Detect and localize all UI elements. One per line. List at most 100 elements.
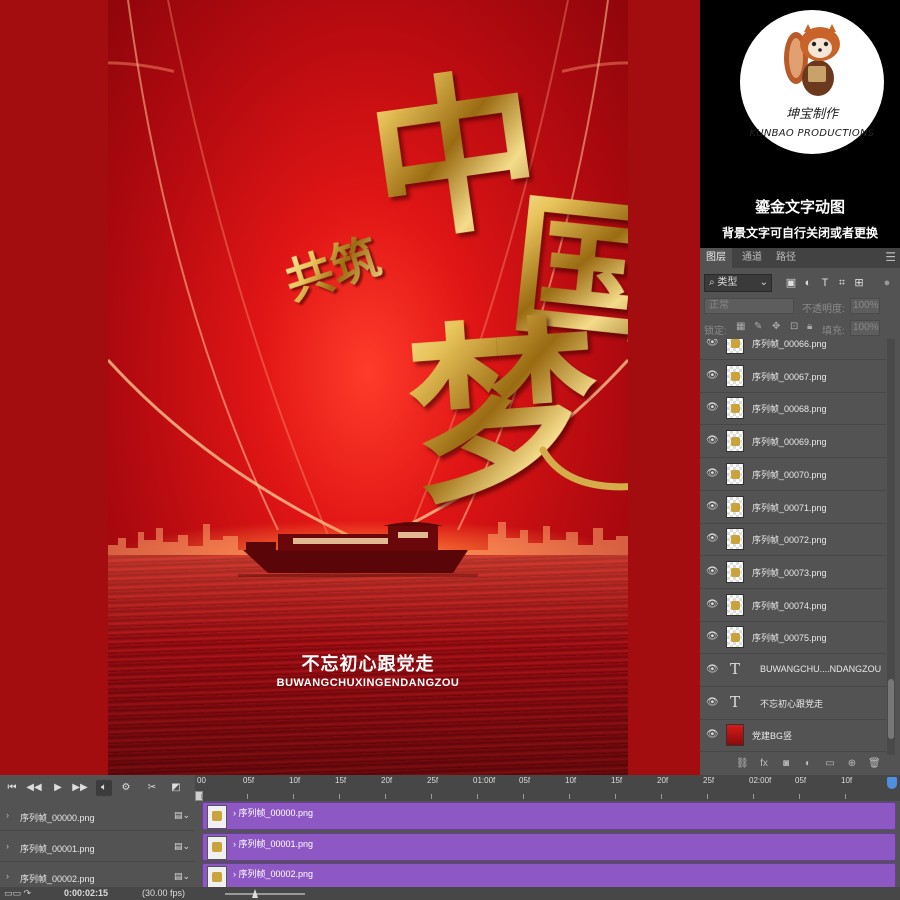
ruler-tick-mark (753, 794, 754, 799)
filter-adjustment-icon[interactable]: ◐ (801, 276, 815, 290)
timeline-ruler[interactable]: 00 05f 10f 15f 20f 25f 01:00f 05f 10f 15f 20f 25f 02… (195, 775, 900, 801)
audio-icon[interactable]: 🔈︎ (96, 780, 112, 796)
filter-shape-icon[interactable]: ⌗ (835, 276, 849, 290)
chevron-right-icon[interactable]: › (6, 871, 9, 881)
ruler-tick-mark (247, 794, 248, 799)
layer-row[interactable]: 👁︎ 序列帧_00067.png (700, 360, 886, 393)
layer-name: 序列帧_00069.png (752, 437, 827, 448)
lock-artboard-icon[interactable]: ⊡ (790, 321, 798, 332)
layers-scrollbar[interactable] (887, 339, 895, 755)
timeline-mode-icons[interactable]: ▭▭ ↷ (4, 888, 31, 899)
lock-move-icon[interactable]: ✥ (772, 321, 780, 332)
ruler-tick-label: 25f (703, 776, 715, 785)
visibility-eye-icon[interactable]: 👁︎ (706, 468, 719, 480)
visibility-eye-icon[interactable]: 👁︎ (706, 533, 719, 545)
lock-all-icon[interactable]: 🔒︎ (807, 321, 812, 332)
text-layer-icon: T (730, 692, 741, 711)
track-film-icon[interactable]: ▤⌄ (174, 810, 190, 821)
fill-field[interactable]: 100% (850, 320, 880, 336)
layer-row[interactable]: 👁︎ 序列帧_00072.png (700, 523, 886, 557)
layer-list[interactable]: 👁︎ 序列帧_00066.png 👁︎ 序列帧_00067.png 👁︎ 序列帧_0006… (700, 339, 886, 755)
layer-row[interactable]: 👁︎ 序列帧_00074.png (700, 589, 886, 622)
delete-layer-icon[interactable]: 🗑︎ (868, 758, 881, 770)
layers-scrollbar-thumb[interactable] (888, 679, 894, 739)
tab-layers[interactable]: 图层 (700, 248, 732, 268)
new-layer-icon[interactable]: ⊕ (846, 758, 858, 770)
new-adjustment-icon[interactable]: ◐ (802, 758, 814, 770)
gold-brush-stroke (539, 446, 628, 491)
lock-brush-icon[interactable]: ✎ (754, 321, 762, 332)
visibility-eye-icon[interactable]: 👁︎ (706, 501, 719, 513)
play-icon[interactable]: ▶ (50, 780, 66, 796)
track-film-icon[interactable]: ▤⌄ (174, 871, 190, 882)
first-frame-icon[interactable]: ⏮ (4, 780, 20, 796)
panel-menu-icon[interactable]: ☰ (885, 250, 896, 264)
ruler-tick-label: 10f (565, 776, 577, 785)
timeline-zoom-slider[interactable] (225, 893, 305, 895)
opacity-field[interactable]: 100% (850, 298, 880, 314)
lock-transparent-icon[interactable]: ▦ (736, 321, 745, 332)
layers-footer: ⛓ fx ◙ ◐ ▭ ⊕ 🗑︎ (700, 755, 900, 775)
visibility-eye-icon[interactable]: 👁︎ (706, 697, 719, 709)
add-mask-icon[interactable]: ◙ (780, 758, 792, 770)
visibility-eye-icon[interactable]: 👁︎ (706, 370, 719, 382)
track-film-icon[interactable]: ▤⌄ (174, 841, 190, 852)
layer-row[interactable]: 👁︎ 党建BG竖 (700, 719, 886, 753)
fx-icon[interactable]: fx (758, 758, 770, 770)
transition-icon[interactable]: ◩ (168, 780, 184, 796)
scissors-icon[interactable]: ✂ (144, 780, 160, 796)
blend-mode-select[interactable]: 正常 (704, 298, 794, 314)
settings-gear-icon[interactable]: ⚙ (118, 780, 134, 796)
visibility-eye-icon[interactable]: 👁︎ (706, 435, 719, 447)
ruler-tick-label: 00 (197, 776, 206, 785)
ruler-tick-mark (477, 794, 478, 799)
track-clip[interactable]: › 序列帧_00001.png (202, 832, 896, 861)
layer-row[interactable]: 👁︎ T 不忘初心跟党走 (700, 687, 886, 720)
layer-thumbnail (726, 724, 744, 747)
layer-row[interactable]: 👁︎ 序列帧_00068.png (700, 392, 886, 426)
layer-row[interactable]: 👁︎ 序列帧_00069.png (700, 425, 886, 459)
layer-row[interactable]: 👁︎ 序列帧_00070.png (700, 458, 886, 491)
opacity-label: 不透明度: (802, 304, 845, 315)
filter-smart-object-icon[interactable]: ⊞ (852, 276, 866, 290)
ruler-tick-label: 25f (427, 776, 439, 785)
visibility-eye-icon[interactable]: 👁︎ (706, 402, 719, 414)
visibility-eye-icon[interactable]: 👁︎ (706, 566, 719, 578)
track-header[interactable]: › 序列帧_00001.png ▤⌄ (0, 831, 195, 862)
thumbnail-gold-mark (731, 469, 740, 479)
ruler-tick-mark (615, 794, 616, 799)
brand-logo: 坤宝制作 KUNBAO PRODUCTIONS (740, 10, 884, 154)
next-frame-icon[interactable]: ▶︎▶︎ (72, 780, 88, 796)
link-layers-icon[interactable]: ⛓ (736, 758, 749, 770)
ruler-tick-mark (523, 794, 524, 799)
layer-row[interactable]: 👁︎ 序列帧_00073.png (700, 556, 886, 589)
filter-toggle-icon[interactable]: ● (880, 276, 894, 290)
tab-channels[interactable]: 通道 (736, 248, 768, 268)
ruler-tick-label: 10f (289, 776, 301, 785)
layer-row[interactable]: 👁︎ 序列帧_00066.png (700, 339, 886, 360)
layer-row[interactable]: 👁︎ T BUWANGCHU....NDANGZOU (700, 654, 886, 687)
tab-paths[interactable]: 路径 (770, 248, 802, 268)
slogan-chinese: 不忘初心跟党走 (301, 654, 435, 675)
chevron-right-icon[interactable]: › (6, 810, 9, 820)
work-area-end-marker[interactable] (887, 777, 897, 789)
track-clip[interactable]: › 序列帧_00000.png (202, 802, 896, 830)
track-header[interactable]: › 序列帧_00000.png ▤⌄ (0, 801, 195, 831)
layer-row[interactable]: 👁︎ 序列帧_00071.png (700, 491, 886, 524)
visibility-eye-icon[interactable]: 👁︎ (706, 729, 719, 741)
chevron-right-icon[interactable]: › (6, 841, 9, 851)
filter-type-icon[interactable]: T (818, 276, 832, 290)
visibility-eye-icon[interactable]: 👁︎ (706, 631, 719, 643)
visibility-eye-icon[interactable]: 👁︎ (706, 664, 719, 676)
timeline-controls: ⏮ ◀︎◀︎ ▶ ▶︎▶︎ 🔈︎ ⚙ ✂ ◩ (0, 775, 195, 801)
clip-thumbnail (207, 805, 227, 829)
visibility-eye-icon[interactable]: 👁︎ (706, 599, 719, 611)
previous-frame-icon[interactable]: ◀︎◀︎ (26, 780, 42, 796)
new-group-icon[interactable]: ▭ (824, 758, 836, 770)
filter-pixel-icon[interactable]: ▣ (784, 276, 798, 290)
layer-filter-select[interactable]: ⌕ 类型 ⌄ (704, 274, 772, 292)
layer-thumbnail (726, 397, 744, 420)
document-canvas[interactable]: 中 国 梦 共筑 不忘初心跟党走 BUWANGCHUXINGENDANGZOU (0, 0, 700, 775)
layer-row[interactable]: 👁︎ 序列帧_00075.png (700, 621, 886, 655)
visibility-eye-icon[interactable]: 👁︎ (706, 339, 719, 349)
